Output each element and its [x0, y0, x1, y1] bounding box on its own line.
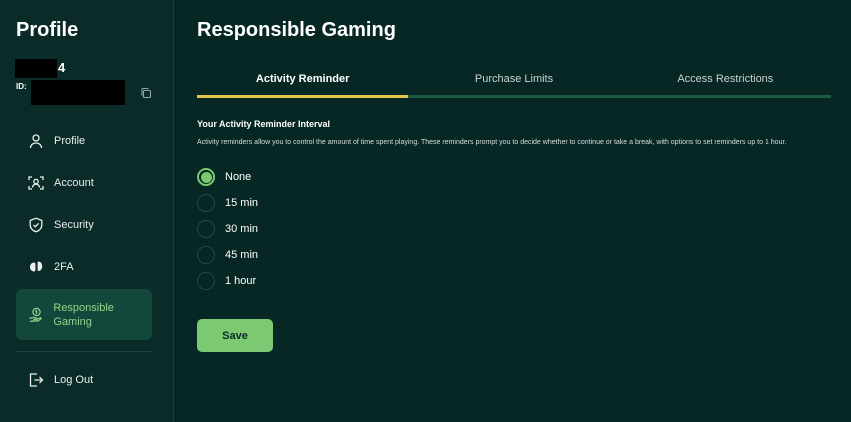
account-icon — [27, 174, 45, 192]
option-label: 1 hour — [225, 275, 257, 287]
tab-bar: Activity Reminder Purchase Limits Access… — [197, 68, 831, 98]
option-label: 15 min — [225, 197, 259, 209]
sidebar-item-label: Security — [54, 219, 94, 231]
copy-icon[interactable] — [140, 86, 152, 99]
option-label: 30 min — [225, 223, 259, 235]
sidebar-item-label: Profile — [54, 135, 86, 147]
sidebar-item-security[interactable]: Security — [16, 206, 152, 244]
radio-button[interactable] — [197, 194, 215, 212]
sidebar-item-label: Account — [54, 177, 94, 189]
2fa-icon — [27, 258, 45, 276]
sidebar-item-logout[interactable]: Log Out — [16, 361, 152, 399]
save-button[interactable]: Save — [197, 319, 273, 352]
radio-button[interactable] — [197, 220, 215, 238]
sidebar-divider — [16, 351, 152, 352]
sidebar-item-profile[interactable]: Profile — [16, 122, 152, 160]
section-title: Your Activity Reminder Interval — [197, 119, 331, 129]
section-description: Activity reminders allow you to control … — [197, 139, 787, 146]
sidebar-item-label: Log Out — [54, 374, 94, 386]
sidebar-item-label: 2FA — [54, 261, 74, 273]
shield-icon — [27, 216, 45, 234]
option-label: 45 min — [225, 249, 259, 261]
logout-icon — [27, 371, 45, 389]
tab-purchase-limits[interactable]: Purchase Limits — [408, 68, 620, 98]
tab-activity-reminder[interactable]: Activity Reminder — [197, 68, 409, 98]
username-suffix: 4 — [58, 60, 66, 75]
option-label: None — [225, 171, 252, 183]
sidebar-item-responsible-gaming[interactable]: Responsible Gaming — [16, 289, 152, 340]
option-30-min[interactable]: 30 min — [197, 219, 258, 239]
option-none[interactable]: None — [197, 167, 251, 187]
sidebar-item-label: Responsible Gaming — [53, 301, 114, 328]
tab-access-restrictions[interactable]: Access Restrictions — [619, 68, 831, 98]
option-15-min[interactable]: 15 min — [197, 193, 258, 213]
sidebar-item-account[interactable]: Account — [16, 164, 152, 202]
username-redacted — [15, 59, 57, 78]
user-icon — [27, 132, 45, 150]
radio-button[interactable] — [197, 168, 215, 186]
option-1-hour[interactable]: 1 hour — [197, 271, 256, 291]
sidebar-item-2fa[interactable]: 2FA — [16, 248, 152, 286]
page-title: Responsible Gaming — [197, 19, 396, 41]
money-hand-icon — [27, 306, 44, 324]
option-45-min[interactable]: 45 min — [197, 245, 258, 265]
radio-button[interactable] — [197, 272, 215, 290]
sidebar-title: Profile — [16, 19, 79, 41]
sidebar: Profile 4 ID: Profile Account Security 2… — [0, 0, 174, 422]
radio-button[interactable] — [197, 246, 215, 264]
user-id-redacted — [31, 80, 125, 105]
user-id-label: ID: — [16, 82, 27, 91]
